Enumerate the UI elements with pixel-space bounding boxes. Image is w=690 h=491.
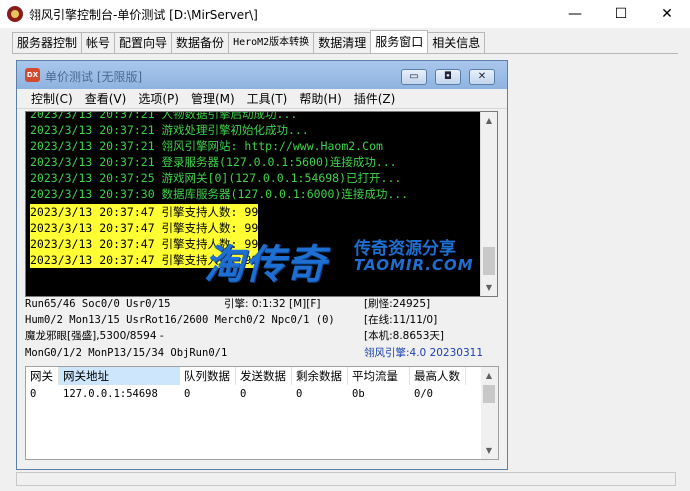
column-header[interactable]: 发送数据 — [236, 367, 292, 385]
maximize-button[interactable]: ☐ — [598, 0, 644, 28]
log-line: 2023/3/13 20:37:21 翎风引擎网站: http://www.Ha… — [30, 139, 383, 153]
status-hum: Hum0/2 Mon13/15 UsrRot16/2600 Merch0/2 N… — [25, 314, 335, 326]
column-header[interactable]: 剩余数据 — [292, 367, 348, 385]
minimize-button[interactable]: — — [552, 0, 598, 28]
window-title: 翎风引擎控制台-单价测试 [D:\MirServer\] — [29, 8, 258, 22]
log-line: 2023/3/13 20:37:21 登录服务器(127.0.0.1:5600)… — [30, 155, 397, 169]
table-cell: 0 — [30, 388, 37, 400]
child-title: 单价测试 [无限版] — [45, 70, 143, 84]
tab-server-control[interactable]: 服务器控制 — [12, 32, 83, 54]
column-header[interactable]: 网关 — [26, 367, 59, 385]
dx-app-icon: DX — [25, 68, 40, 82]
menu-plugins[interactable]: 插件(Z) — [350, 89, 400, 108]
column-header[interactable]: 网关地址 — [59, 367, 180, 385]
tab-panel-border — [12, 53, 678, 54]
tab-service-window[interactable]: 服务窗口 — [370, 30, 429, 54]
gateway-table[interactable]: 网关 网关地址 队列数据 发送数据 剩余数据 平均流量 最高人数 0 127.0… — [25, 366, 499, 460]
log-line-highlighted: 2023/3/13 20:37:47 引擎支持人数: 99 — [30, 204, 259, 220]
child-minimize-button[interactable]: ▭ — [401, 69, 427, 85]
status-local: [本机:8.8653天] — [364, 330, 444, 342]
menu-options[interactable]: 选项(P) — [134, 89, 183, 108]
menu-tools[interactable]: 工具(T) — [243, 89, 292, 108]
tab-data-backup[interactable]: 数据备份 — [171, 32, 230, 54]
log-line: 2023/3/13 20:37:21 人物数据引擎启动成功... — [30, 111, 298, 121]
tab-account[interactable]: 帐号 — [81, 32, 116, 54]
menu-view[interactable]: 查看(V) — [81, 89, 131, 108]
table-cell: 0 — [184, 388, 191, 400]
child-restore-button[interactable]: ◘ — [435, 69, 461, 85]
status-run: Run65/46 Soc0/0 Usr0/15 — [25, 298, 171, 310]
close-button[interactable]: ✕ — [644, 0, 690, 28]
status-engine-time: 引擎: 0:1:32 [M][F] — [224, 298, 321, 310]
window-titlebar: 翎风引擎控制台-单价测试 [D:\MirServer\] — ☐ ✕ — [0, 0, 690, 28]
watermark-logo: 淘传奇 传奇资源分享 TAOMIR.COM — [204, 232, 494, 292]
child-titlebar: DX 单价测试 [无限版] ▭ ◘ ✕ — [17, 61, 507, 89]
child-close-button[interactable]: ✕ — [469, 69, 495, 85]
log-line: 2023/3/13 20:37:25 游戏网关[0](127.0.0.1:546… — [30, 171, 402, 185]
table-cell: 0 — [296, 388, 303, 400]
column-header[interactable]: 队列数据 — [180, 367, 236, 385]
table-cell: 0b — [352, 388, 365, 400]
child-menubar: 控制(C) 查看(V) 选项(P) 管理(M) 工具(T) 帮助(H) 插件(Z… — [17, 89, 507, 109]
bottom-panel-strip — [16, 472, 676, 486]
gateway-scroll-thumb[interactable] — [483, 385, 495, 403]
gateway-table-header: 网关 网关地址 队列数据 发送数据 剩余数据 平均流量 最高人数 — [26, 367, 466, 385]
table-cell: 0 — [240, 388, 247, 400]
tab-related-info[interactable]: 相关信息 — [427, 32, 486, 54]
watermark-title: 淘传奇 — [204, 242, 327, 288]
log-line: 2023/3/13 20:37:21 游戏处理引擎初始化成功... — [30, 123, 309, 137]
tab-herom2-convert[interactable]: HeroM2版本转换 — [228, 32, 315, 54]
scroll-up-arrow-icon[interactable]: ▲ — [481, 367, 497, 384]
main-tabs: 服务器控制 帐号 配置向导 数据备份 HeroM2版本转换 数据清理 服务窗口 … — [12, 30, 486, 54]
status-refresh: [刷怪:24925] — [364, 298, 431, 310]
status-online: [在线:11/11/0] — [364, 314, 438, 326]
menu-control[interactable]: 控制(C) — [27, 89, 77, 108]
status-monster: 魔龙邪眼[强盛],5300/8594 - — [25, 330, 164, 342]
column-header[interactable]: 最高人数 — [410, 367, 466, 385]
gateway-scrollbar[interactable]: ▲ ▼ — [481, 367, 498, 459]
table-row[interactable]: 0 127.0.0.1:54698 0 0 0 0b 0/0 — [26, 386, 466, 402]
table-cell: 127.0.0.1:54698 — [63, 388, 158, 400]
app-logo-icon — [7, 6, 23, 22]
table-cell: 0/0 — [414, 388, 433, 400]
status-version: 翎风引擎:4.0 20230311 — [364, 347, 484, 359]
status-mongo: MonG0/1/2 MonP13/15/34 ObjRun0/1 — [25, 347, 228, 359]
tab-data-cleanup[interactable]: 数据清理 — [313, 32, 372, 54]
scroll-down-arrow-icon[interactable]: ▼ — [481, 442, 497, 459]
menu-manage[interactable]: 管理(M) — [187, 89, 239, 108]
watermark-url: TAOMIR.COM — [354, 256, 474, 274]
column-header[interactable]: 平均流量 — [348, 367, 410, 385]
scroll-up-arrow-icon[interactable]: ▲ — [481, 112, 497, 129]
menu-help[interactable]: 帮助(H) — [295, 89, 345, 108]
tab-config-wizard[interactable]: 配置向导 — [114, 32, 173, 54]
log-line: 2023/3/13 20:37:30 数据库服务器(127.0.0.1:6000… — [30, 187, 409, 201]
